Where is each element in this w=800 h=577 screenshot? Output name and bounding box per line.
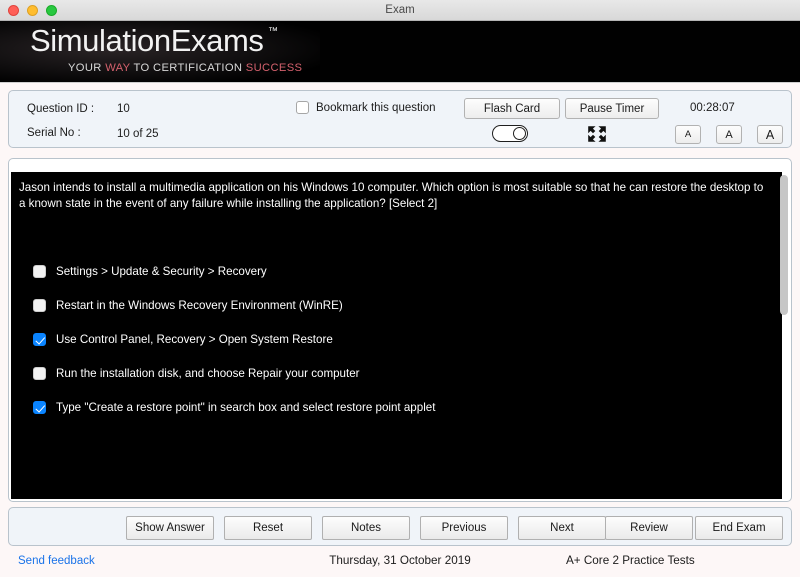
- checkbox-icon[interactable]: [296, 101, 309, 114]
- window-title-bar: Exam: [0, 0, 800, 21]
- answer-option-label: Restart in the Windows Recovery Environm…: [56, 298, 343, 312]
- brand-tagline: YOUR WAY TO CERTIFICATION SUCCESS: [68, 62, 302, 74]
- flash-card-toggle[interactable]: [492, 125, 528, 142]
- font-size-medium-button[interactable]: A: [716, 125, 742, 144]
- serial-no-label: Serial No :: [27, 127, 81, 139]
- tagline-part-your: YOUR: [68, 62, 106, 74]
- question-text: Jason intends to install a multimedia ap…: [19, 181, 764, 210]
- pause-timer-button[interactable]: Pause Timer: [565, 98, 659, 119]
- scrollbar-thumb[interactable]: [780, 175, 788, 315]
- footer-exam-name: A+ Core 2 Practice Tests: [566, 554, 695, 567]
- question-panel: Jason intends to install a multimedia ap…: [11, 172, 782, 499]
- close-icon[interactable]: [8, 4, 19, 16]
- footer-bar: Send feedback Thursday, 31 October 2019 …: [0, 549, 800, 577]
- checkbox-checked-icon[interactable]: [33, 332, 46, 346]
- minimize-icon[interactable]: [27, 4, 38, 16]
- exam-application-window: Exam SimulationExams ™ YOUR WAY TO CERTI…: [0, 0, 800, 577]
- window-controls: [8, 4, 57, 16]
- trademark-icon: ™: [268, 26, 278, 37]
- exam-action-button-bar: Show Answer Reset Notes Previous Next Re…: [8, 507, 792, 546]
- checkbox-icon[interactable]: [33, 264, 46, 278]
- bookmark-question-checkbox[interactable]: Bookmark this question: [296, 101, 436, 114]
- fullscreen-expand-icon[interactable]: [586, 124, 608, 144]
- review-button[interactable]: Review: [605, 516, 693, 540]
- question-id-value: 10: [117, 103, 130, 115]
- question-info-bar: Question ID : 10 Serial No : 10 of 25 Bo…: [8, 90, 792, 148]
- question-panel-container: Jason intends to install a multimedia ap…: [8, 158, 792, 502]
- answer-option-label: Use Control Panel, Recovery > Open Syste…: [56, 332, 333, 346]
- previous-button[interactable]: Previous: [420, 516, 508, 540]
- answer-option-1[interactable]: Settings > Update & Security > Recovery: [33, 254, 762, 288]
- answer-option-label: Run the installation disk, and choose Re…: [56, 366, 360, 380]
- maximize-icon[interactable]: [46, 4, 57, 16]
- font-size-small-button[interactable]: A: [675, 125, 701, 144]
- tagline-part-way: WAY: [105, 62, 131, 74]
- checkbox-icon[interactable]: [33, 298, 46, 312]
- answer-option-label: Type "Create a restore point" in search …: [56, 400, 436, 414]
- checkbox-checked-icon[interactable]: [33, 400, 46, 414]
- answer-option-3[interactable]: Use Control Panel, Recovery > Open Syste…: [33, 322, 762, 356]
- answer-option-5[interactable]: Type "Create a restore point" in search …: [33, 390, 762, 424]
- serial-no-value: 10 of 25: [117, 128, 159, 140]
- tagline-part-to-certification: TO CERTIFICATION: [130, 62, 246, 74]
- end-exam-button[interactable]: End Exam: [695, 516, 783, 540]
- checkbox-icon[interactable]: [33, 366, 46, 380]
- brand-banner: SimulationExams ™ YOUR WAY TO CERTIFICAT…: [0, 21, 800, 83]
- brand-logo-text: SimulationExams: [30, 23, 264, 58]
- notes-button[interactable]: Notes: [322, 516, 410, 540]
- window-title: Exam: [385, 4, 415, 16]
- question-id-label: Question ID :: [27, 103, 95, 115]
- answer-option-label: Settings > Update & Security > Recovery: [56, 264, 267, 278]
- answer-option-4[interactable]: Run the installation disk, and choose Re…: [33, 356, 762, 390]
- font-size-large-button[interactable]: A: [757, 125, 783, 144]
- bookmark-label: Bookmark this question: [316, 101, 436, 114]
- show-answer-button[interactable]: Show Answer: [126, 516, 214, 540]
- tagline-part-success: SUCCESS: [245, 62, 303, 74]
- answer-options-list: Settings > Update & Security > Recovery …: [33, 254, 762, 424]
- timer-display: 00:28:07: [690, 102, 735, 114]
- toggle-knob-icon[interactable]: [513, 126, 526, 140]
- question-panel-scrollbar[interactable]: [780, 175, 788, 497]
- flash-card-button[interactable]: Flash Card: [464, 98, 560, 119]
- answer-option-2[interactable]: Restart in the Windows Recovery Environm…: [33, 288, 762, 322]
- next-button[interactable]: Next: [518, 516, 606, 540]
- reset-button[interactable]: Reset: [224, 516, 312, 540]
